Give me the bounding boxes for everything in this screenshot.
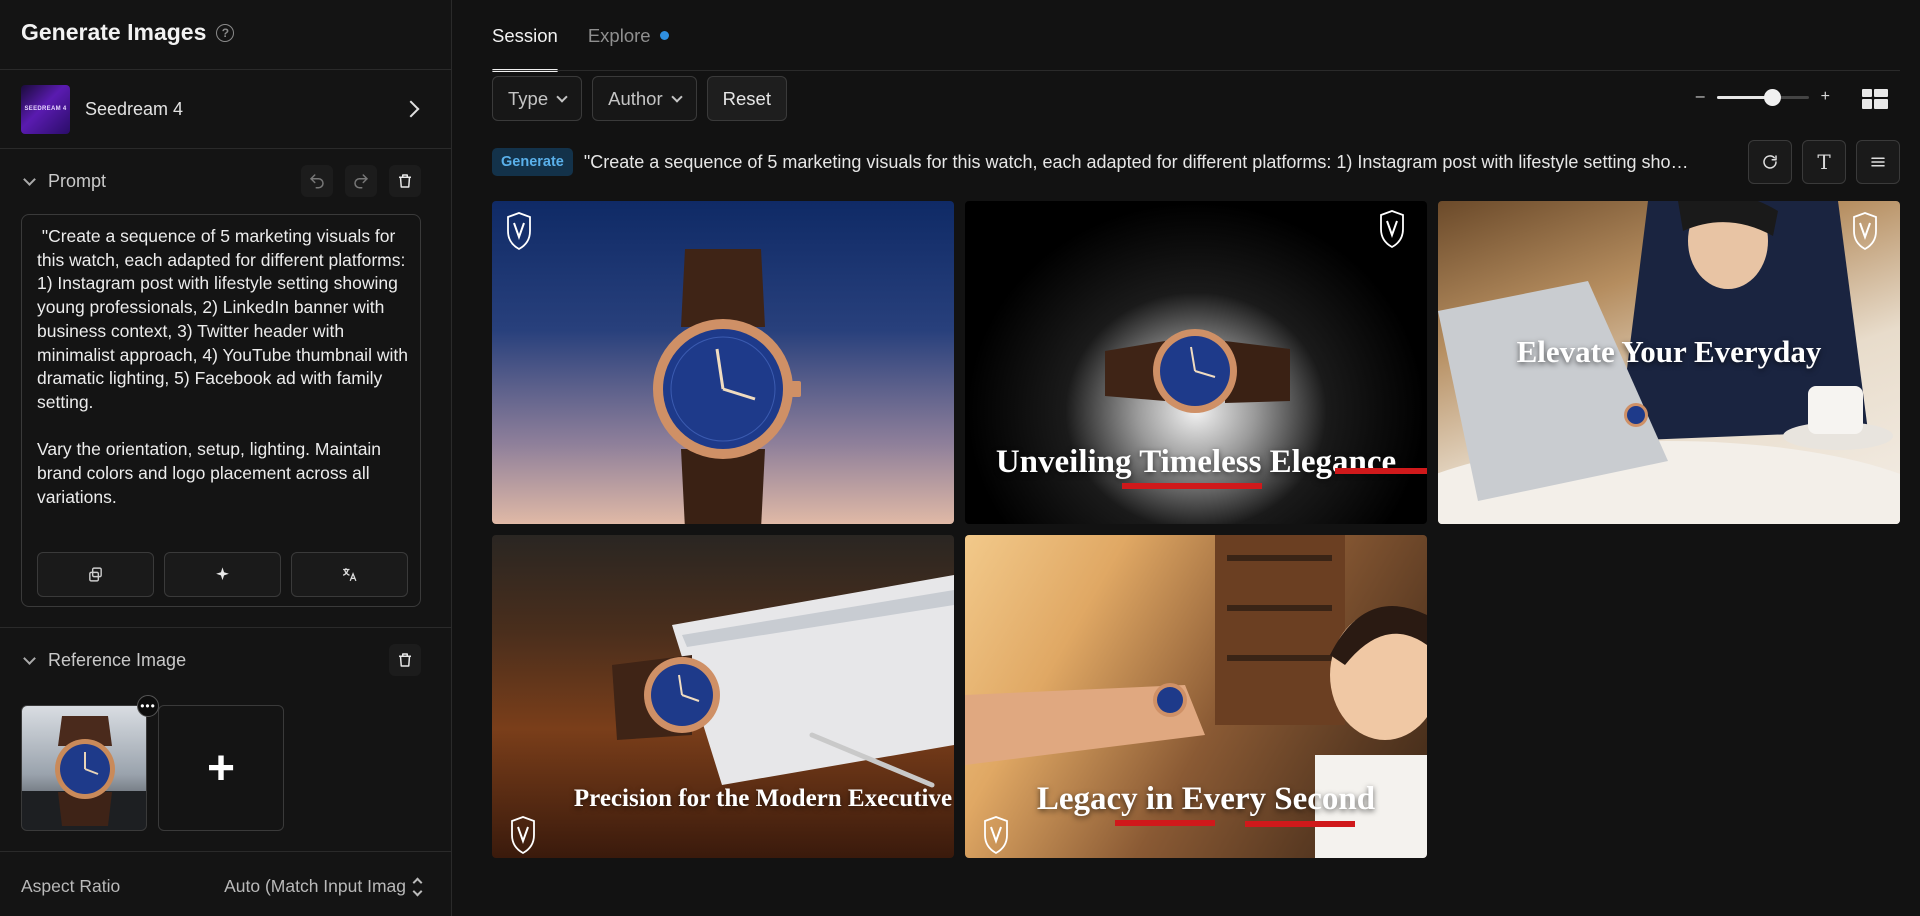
- reference-more-button[interactable]: •••: [137, 695, 159, 717]
- menu-button[interactable]: [1856, 140, 1900, 184]
- trash-icon: [399, 653, 411, 667]
- generated-image-card[interactable]: Precision for the Modern Executive: [492, 535, 954, 858]
- tab-explore-label: Explore: [587, 24, 651, 46]
- aspect-ratio-select[interactable]: Auto (Match Input Imag: [224, 876, 423, 897]
- zoom-in-button[interactable]: +: [1821, 88, 1830, 106]
- copy-icon: [89, 567, 102, 582]
- add-reference-button[interactable]: +: [158, 705, 284, 831]
- regenerate-button[interactable]: [1748, 140, 1792, 184]
- type-filter-label: Type: [508, 87, 549, 109]
- aspect-ratio-value: Auto (Match Input Imag: [224, 876, 406, 896]
- collapse-chevron-icon[interactable]: [23, 172, 36, 186]
- copy-prompt-button[interactable]: [37, 552, 154, 597]
- tab-divider: [492, 70, 1900, 71]
- image-caption: Precision for the Modern Executive: [573, 785, 953, 812]
- translate-prompt-button[interactable]: [291, 552, 408, 597]
- select-arrows-icon: [412, 877, 423, 896]
- main-area: Session Explore Type Author Reset – + Ge…: [452, 0, 1920, 916]
- clear-prompt-button[interactable]: [389, 165, 421, 197]
- enhance-prompt-button[interactable]: [164, 552, 281, 597]
- redo-icon: [354, 174, 368, 189]
- undo-icon: [310, 174, 324, 189]
- help-icon[interactable]: ?: [216, 23, 235, 42]
- prompt-textarea[interactable]: "Create a sequence of 5 marketing visual…: [21, 214, 421, 607]
- chevron-down-icon: [556, 90, 568, 103]
- tab-explore[interactable]: Explore: [588, 0, 669, 71]
- generation-actions: T: [1748, 140, 1900, 184]
- author-filter-label: Author: [608, 87, 663, 109]
- prompt-section-header: Prompt: [21, 164, 421, 198]
- image-caption: Unveiling Timeless Elegance: [995, 444, 1397, 480]
- watch-illustration: [653, 249, 801, 524]
- tab-bar: Session Explore: [492, 0, 669, 72]
- refresh-icon: [1763, 155, 1777, 169]
- brand-logo-icon: [507, 212, 531, 251]
- model-selector[interactable]: SEEDREAM 4 Seedream 4: [0, 70, 452, 148]
- caption-underline: [1115, 820, 1215, 826]
- brand-logo-icon: [1380, 210, 1404, 249]
- chevron-right-icon: [402, 100, 420, 118]
- hamburger-icon: [1871, 157, 1885, 167]
- divider: [0, 627, 452, 628]
- author-filter-dropdown[interactable]: Author: [592, 76, 697, 121]
- brand-logo-icon: [511, 816, 535, 855]
- zoom-control: – +: [1696, 88, 1830, 106]
- zoom-slider[interactable]: [1716, 88, 1809, 106]
- brand-logo-icon: [984, 816, 1008, 855]
- zoom-out-button[interactable]: –: [1696, 88, 1705, 106]
- generated-image-card[interactable]: Legacy in Every Second: [965, 535, 1427, 858]
- reference-image-thumbnail[interactable]: [21, 705, 147, 831]
- generation-prompt-text[interactable]: "Create a sequence of 5 marketing visual…: [584, 152, 1694, 173]
- undo-button[interactable]: [301, 165, 333, 197]
- text-mode-button[interactable]: T: [1802, 140, 1846, 184]
- image-caption: Legacy in Every Second: [1036, 781, 1376, 817]
- clear-reference-button[interactable]: [389, 644, 421, 676]
- notification-dot: [659, 31, 669, 40]
- generation-header: Generate "Create a sequence of 5 marketi…: [492, 140, 1900, 184]
- translate-icon: [342, 568, 357, 582]
- tab-session-label: Session: [492, 24, 558, 46]
- caption-underline: [1245, 821, 1355, 827]
- tab-session[interactable]: Session: [492, 0, 558, 72]
- sidebar: Generate Images ? SEEDREAM 4 Seedream 4 …: [0, 0, 452, 916]
- type-filter-dropdown[interactable]: Type: [492, 76, 583, 121]
- reference-label: Reference Image: [48, 649, 187, 670]
- panel-title-text: Generate Images: [21, 19, 207, 45]
- panel-title: Generate Images ?: [21, 19, 235, 46]
- divider: [0, 851, 452, 852]
- reset-button[interactable]: Reset: [706, 76, 787, 121]
- reference-section-header: Reference Image: [21, 643, 421, 677]
- caption-underline: [1122, 483, 1262, 489]
- watch-illustration: [1105, 329, 1290, 413]
- generated-image-card[interactable]: [492, 201, 954, 524]
- image-caption: Elevate Your Everyday: [1516, 334, 1822, 369]
- model-thumbnail-text: SEEDREAM 4: [24, 106, 67, 112]
- prompt-text[interactable]: "Create a sequence of 5 marketing visual…: [37, 225, 409, 509]
- model-thumbnail: SEEDREAM 4: [21, 84, 70, 134]
- collapse-chevron-icon[interactable]: [23, 651, 36, 665]
- caption-underline: [1335, 468, 1427, 474]
- model-name: Seedream 4: [85, 98, 184, 119]
- reference-watch-image: [22, 716, 146, 830]
- brand-logo-icon: [1853, 212, 1877, 251]
- generate-badge: Generate: [492, 148, 573, 176]
- aspect-ratio-label: Aspect Ratio: [21, 876, 121, 896]
- sparkle-icon: [216, 567, 229, 581]
- redo-button[interactable]: [345, 165, 377, 197]
- chevron-down-icon: [670, 90, 683, 103]
- filter-bar: Type Author Reset: [492, 76, 787, 121]
- generated-image-card[interactable]: Elevate Your Everyday: [1438, 201, 1900, 524]
- divider: [0, 148, 452, 149]
- aspect-ratio-row: Aspect Ratio Auto (Match Input Imag: [21, 876, 423, 897]
- zoom-slider-handle[interactable]: [1763, 88, 1781, 106]
- trash-icon: [399, 174, 411, 188]
- prompt-label: Prompt: [48, 170, 107, 191]
- layout-toggle-icon[interactable]: [1862, 89, 1888, 109]
- generated-image-card[interactable]: Unveiling Timeless Elegance: [965, 201, 1427, 524]
- prompt-tools: [37, 552, 408, 597]
